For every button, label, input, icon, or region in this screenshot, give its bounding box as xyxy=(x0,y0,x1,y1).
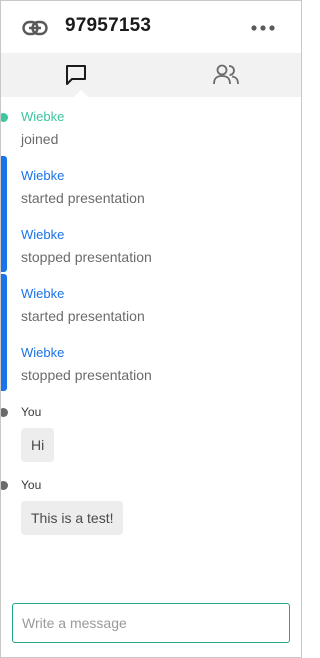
message-bubble: This is a test! xyxy=(21,501,124,535)
header: 97957153 xyxy=(1,1,301,53)
tab-bar xyxy=(1,53,301,98)
status-indicator-bar xyxy=(1,156,7,272)
people-icon xyxy=(213,64,239,85)
message-text: stopped presentation xyxy=(21,249,152,265)
message-item: Wiebke stopped presentation xyxy=(21,345,152,384)
tab-chat[interactable] xyxy=(1,53,151,98)
more-icon xyxy=(251,25,275,31)
message-item: You Hi xyxy=(1,404,55,462)
presence-dot xyxy=(1,113,8,122)
meeting-id: 97957153 xyxy=(65,15,152,36)
status-indicator-bar xyxy=(1,274,7,391)
message-item: Wiebke started presentation xyxy=(21,168,145,207)
message-bubble: Hi xyxy=(21,428,55,462)
message-text: started presentation xyxy=(21,308,145,324)
more-options-button[interactable] xyxy=(249,16,277,40)
message-item: Wiebke stopped presentation xyxy=(21,227,152,266)
message-author: You xyxy=(21,405,42,419)
chat-panel: 97957153 Wiebke joined Wiebke started pr… xyxy=(0,0,302,658)
message-author: You xyxy=(21,478,42,492)
avatar-dot xyxy=(1,408,8,417)
message-author: Wiebke xyxy=(21,168,65,183)
message-author: Wiebke xyxy=(21,227,65,242)
message-text: started presentation xyxy=(21,190,145,206)
message-input[interactable] xyxy=(12,603,290,643)
message-item: Wiebke started presentation xyxy=(21,286,145,325)
message-text: stopped presentation xyxy=(21,367,152,383)
message-item: You This is a test! xyxy=(1,477,124,535)
link-icon xyxy=(22,20,48,36)
message-text: joined xyxy=(21,131,59,147)
avatar-dot xyxy=(1,481,8,490)
copy-link-button[interactable] xyxy=(21,15,49,41)
tab-participants[interactable] xyxy=(151,53,301,97)
message-item: Wiebke joined xyxy=(1,109,65,148)
message-author: Wiebke xyxy=(21,345,65,360)
message-author: Wiebke xyxy=(21,286,65,301)
message-list[interactable]: Wiebke joined Wiebke started presentatio… xyxy=(1,97,301,585)
chat-bubble-icon xyxy=(66,65,86,85)
message-author: Wiebke xyxy=(21,109,65,124)
